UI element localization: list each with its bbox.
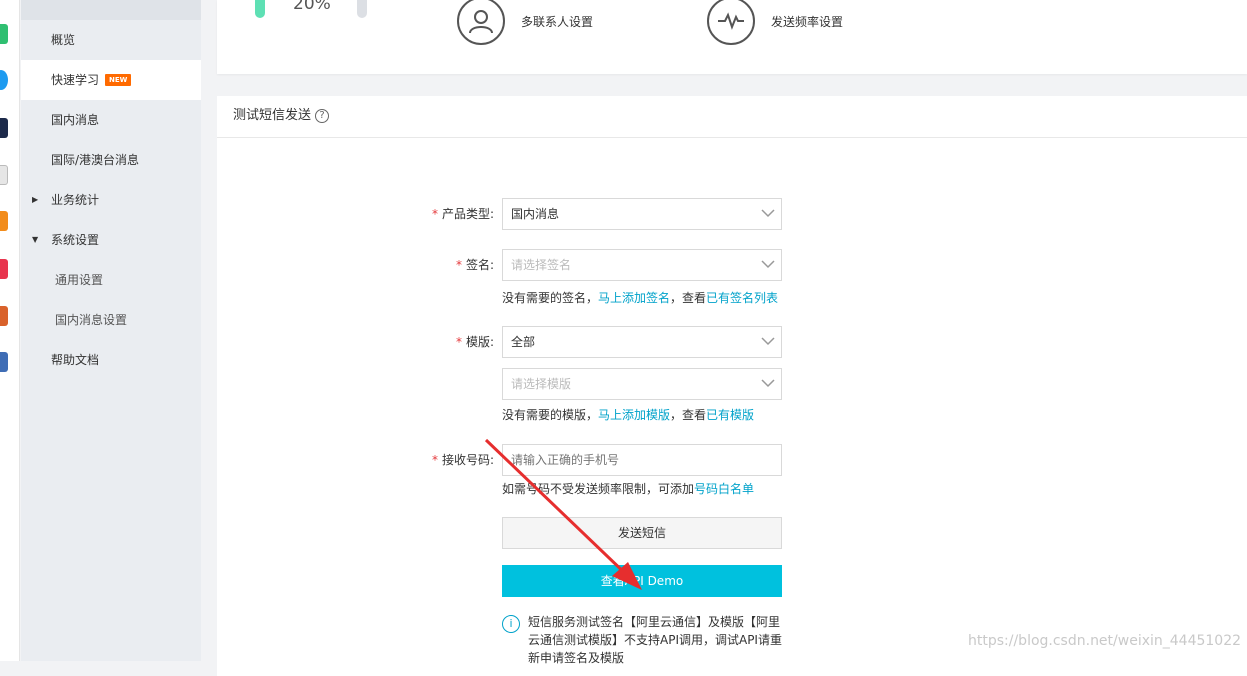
card-header: 测试短信发送? [217,96,1247,138]
app-strip [0,0,20,661]
sidebar-item-label: 概览 [51,33,76,47]
chevron-down-icon [761,209,775,218]
new-badge: NEW [105,73,132,86]
app-icon-orange[interactable] [0,211,8,231]
template-select[interactable]: 请选择模版 [502,368,782,400]
app-icon-gray[interactable] [0,165,8,185]
sidebar-item-system-settings[interactable]: ▼ 系统设置 [21,220,201,260]
info-icon: i [502,615,520,633]
signature-select[interactable]: 请选择签名 [502,249,782,281]
caret-right-icon: ▶ [32,195,39,204]
sidebar-item-quick-learn[interactable]: 快速学习 NEW [21,60,201,100]
template-list-link[interactable]: 已有模版 [706,408,754,422]
template-hint: 没有需要的模版，马上添加模版，查看已有模版 [502,408,755,422]
shortcut-label: 发送频率设置 [771,14,844,29]
phone-label: * 接收号码: [431,453,494,467]
shortcut-label: 多联系人设置 [521,14,594,29]
shortcut-send-frequency[interactable]: 发送频率设置 [707,0,843,45]
sidebar-item-label: 通用设置 [55,273,104,287]
usage-gauge: 20% [255,0,367,18]
sidebar-item-overview[interactable]: 概览 [21,20,201,60]
chevron-down-icon [761,337,775,346]
gauge-percent: 20% [293,0,331,14]
product-type-select[interactable]: 国内消息 [502,198,782,230]
send-sms-button[interactable]: 发送短信 [502,517,782,549]
app-icon-red[interactable] [0,259,8,279]
notice: i 短信服务测试签名【阿里云通信】及模版【阿里云通信测试模版】不支持API调用，… [502,613,787,667]
sidebar: 概览 快速学习 NEW 国内消息 国际/港澳台消息 ▶ 业务统计 ▼ 系统设置 通… [21,0,201,661]
sidebar-item-label: 国际/港澳台消息 [51,153,140,167]
sidebar-item-general-settings[interactable]: 通用设置 [21,260,201,300]
sidebar-item-help-docs[interactable]: 帮助文档 [21,340,201,380]
sidebar-item-label: 快速学习 [51,73,100,87]
chevron-down-icon [761,379,775,388]
view-api-demo-button[interactable]: 查看API Demo [502,565,782,597]
template-category-select[interactable]: 全部 [502,326,782,358]
caret-down-icon: ▼ [32,235,39,244]
app-icon-green[interactable] [0,24,8,44]
app-icon-game2[interactable] [0,352,8,372]
signature-list-link[interactable]: 已有签名列表 [706,291,778,305]
sidebar-item-business-stats[interactable]: ▶ 业务统计 [21,180,201,220]
sidebar-item-domestic-messages[interactable]: 国内消息 [21,100,201,140]
sidebar-item-label: 业务统计 [51,193,100,207]
sidebar-item-domestic-message-settings[interactable]: 国内消息设置 [21,300,201,340]
add-signature-link[interactable]: 马上添加签名 [598,291,670,305]
sidebar-top-block [21,0,201,20]
sidebar-item-label: 帮助文档 [51,353,100,367]
pulse-icon [707,0,755,45]
app-icon-dark[interactable] [0,118,8,138]
add-template-link[interactable]: 马上添加模版 [598,408,670,422]
phone-hint: 如需号码不受发送频率限制，可添加号码白名单 [502,482,755,496]
template-label: * 模版: [455,335,494,349]
watermark: https://blog.csdn.net/weixin_44451022 [968,633,1242,649]
notice-text: 短信服务测试签名【阿里云通信】及模版【阿里云通信测试模版】不支持API调用，调试… [528,615,782,665]
signature-hint: 没有需要的签名，马上添加签名，查看已有签名列表 [502,291,779,305]
phone-input[interactable] [502,444,782,476]
gauge-empty-arc [357,0,367,18]
card-title: 测试短信发送 [233,108,312,123]
app-icon-game1[interactable] [0,306,8,326]
gauge-filled-arc [255,0,265,18]
app-icon-blue[interactable] [0,70,8,90]
chevron-down-icon [761,260,775,269]
signature-label: * 签名: [455,258,494,272]
whitelist-link[interactable]: 号码白名单 [694,482,754,496]
sidebar-item-international-messages[interactable]: 国际/港澳台消息 [21,140,201,180]
sidebar-item-label: 系统设置 [51,233,100,247]
help-icon[interactable]: ? [315,109,330,123]
sidebar-item-label: 国内消息设置 [55,313,128,327]
sidebar-item-label: 国内消息 [51,113,100,127]
test-sms-card: 测试短信发送? * 产品类型: 国内消息 * 签名: 请选择签名 没有需要的签名，马… [217,96,1247,676]
overview-card: 20% 多联系人设置 发送频率设置 [217,0,1247,74]
user-icon [457,0,505,45]
shortcut-multi-contact[interactable]: 多联系人设置 [457,0,593,45]
product-type-label: * 产品类型: [431,207,494,221]
